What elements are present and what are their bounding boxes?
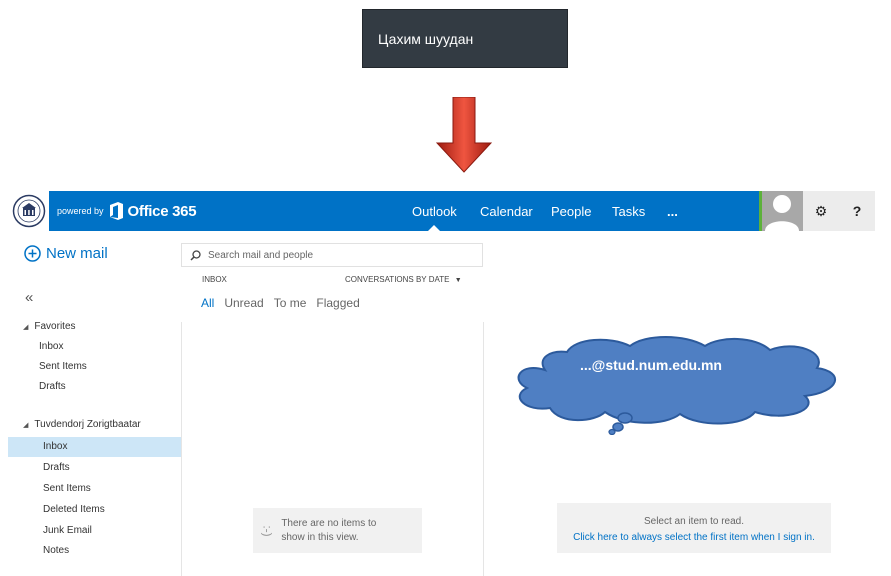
user-avatar[interactable] (759, 191, 803, 231)
favorites-drafts[interactable]: Drafts (39, 381, 66, 392)
favorites-header[interactable]: ◢ Favorites (23, 321, 76, 332)
always-select-first-link[interactable]: Click here to always select the first it… (557, 532, 831, 543)
select-item-text: Select an item to read. (643, 516, 745, 527)
new-mail-button[interactable]: New mail (24, 245, 108, 262)
filter-tabs: All Unread To me Flagged (201, 296, 360, 310)
filter-unread[interactable]: Unread (224, 296, 263, 310)
help-button[interactable]: ? (839, 191, 875, 231)
nav-calendar[interactable]: Calendar (480, 191, 533, 231)
expand-triangle-icon: ◢ (23, 323, 29, 331)
search-input[interactable]: Search mail and people (181, 243, 483, 267)
red-down-arrow (436, 97, 492, 173)
university-logo (8, 191, 49, 231)
plus-circle-icon (24, 245, 41, 262)
empty-text-line-1: There are no items to (281, 517, 377, 529)
list-divider (483, 322, 484, 576)
reading-pane-message: Select an item to read. Click here to al… (557, 503, 831, 553)
powered-by-label: powered by (57, 206, 104, 216)
sort-dropdown[interactable]: CONVERSATIONS BY DATE ▼ (345, 275, 462, 284)
selected-folder-highlight (8, 437, 181, 457)
folder-notes[interactable]: Notes (43, 545, 69, 556)
sidebar-divider (181, 322, 182, 576)
filter-all[interactable]: All (201, 296, 214, 310)
favorites-sent-items[interactable]: Sent Items (39, 361, 87, 372)
account-header[interactable]: ◢ Tuvdendorj Zorigtbaatar (23, 419, 141, 430)
university-seal-icon (12, 194, 45, 228)
person-silhouette-icon (765, 195, 799, 231)
nav-outlook[interactable]: Outlook (412, 191, 457, 232)
banner-text: Цахим шуудан (378, 30, 474, 47)
empty-list-message: :-) There are no items to show in this v… (253, 508, 422, 553)
nav-people[interactable]: People (551, 191, 591, 231)
empty-text-line-2: show in this view. (281, 531, 359, 543)
filter-flagged[interactable]: Flagged (316, 296, 359, 310)
favorites-inbox[interactable]: Inbox (39, 341, 63, 352)
current-folder-label: INBOX (202, 275, 227, 284)
folder-sent-items[interactable]: Sent Items (43, 483, 91, 494)
search-icon (190, 249, 201, 261)
office-logo-icon (109, 202, 123, 220)
search-placeholder: Search mail and people (208, 249, 314, 261)
title-banner: Цахим шуудан (362, 9, 568, 68)
new-mail-label: New mail (46, 245, 108, 262)
help-label: ? (852, 203, 862, 219)
caret-down-icon: ▼ (454, 277, 462, 284)
folder-deleted-items[interactable]: Deleted Items (43, 504, 105, 515)
email-callout-cloud (517, 336, 836, 435)
collapse-pane-button[interactable]: « (25, 289, 33, 306)
office365-brand: powered by Office 365 (57, 191, 197, 231)
nav-more[interactable]: ... (667, 191, 678, 231)
smiley-icon: :-) (260, 524, 275, 537)
folder-inbox[interactable]: Inbox (43, 441, 67, 452)
folder-junk-email[interactable]: Junk Email (43, 525, 92, 536)
filter-to-me[interactable]: To me (274, 296, 307, 310)
expand-triangle-icon: ◢ (23, 421, 29, 429)
nav-tasks[interactable]: Tasks (612, 191, 645, 231)
email-domain-callout: ...@stud.num.edu.mn (580, 357, 722, 373)
top-navigation-bar: powered by Office 365 Outlook Calendar P… (8, 191, 875, 232)
settings-button[interactable]: ⚙ (803, 191, 839, 231)
office365-label: Office 365 (127, 202, 197, 220)
gear-icon: ⚙ (814, 202, 828, 219)
folder-drafts[interactable]: Drafts (43, 462, 70, 473)
